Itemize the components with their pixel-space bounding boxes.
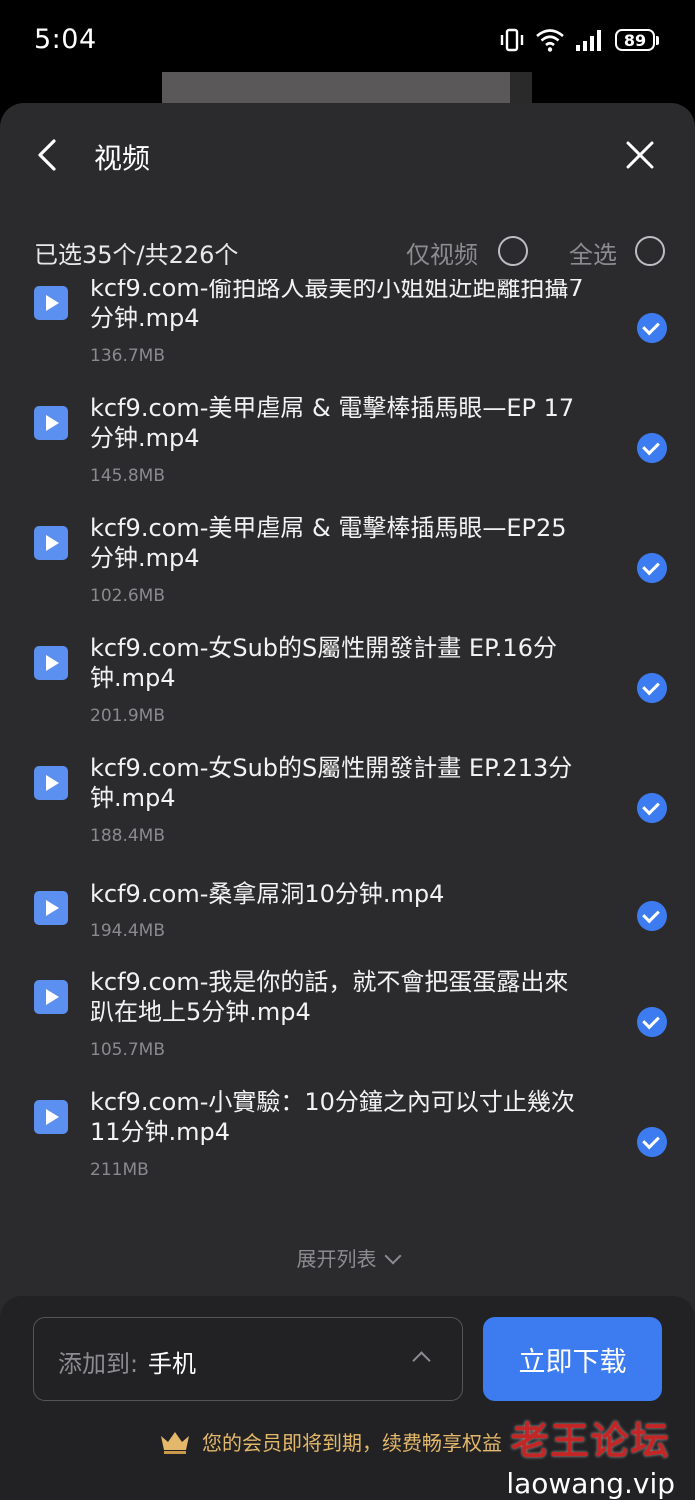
video-file-icon — [34, 406, 68, 440]
checked-icon[interactable] — [637, 553, 667, 583]
download-sheet: 视频 已选35个/共226个 仅视频 全选 kcf9.com-偷拍路人最美的小姐… — [0, 103, 695, 1500]
video-file-icon — [34, 980, 68, 1014]
download-now-button[interactable]: 立即下载 — [483, 1317, 662, 1401]
video-only-label[interactable]: 仅视频 — [406, 235, 478, 270]
checked-icon[interactable] — [637, 313, 667, 343]
back-button[interactable] — [28, 133, 72, 177]
file-size: 136.7MB — [90, 346, 165, 366]
file-name: kcf9.com-美甲虐屌 & 電擊棒插馬眼—EP25分钟.mp4 — [90, 514, 567, 572]
close-icon — [626, 141, 654, 169]
selection-bar: 已选35个/共226个 仅视频 全选 — [0, 223, 695, 279]
vip-renewal-notice[interactable]: 您的会员即将到期，续费畅享权益 — [158, 1427, 502, 1456]
select-all-label[interactable]: 全选 — [569, 235, 617, 270]
video-file-icon — [34, 891, 68, 925]
vip-notice-text: 您的会员即将到期，续费畅享权益 — [202, 1431, 502, 1455]
file-list[interactable]: kcf9.com-偷拍路人最美的小姐姐近距離拍攝7分钟.mp4 136.7MB … — [0, 279, 695, 1223]
page-title: 视频 — [94, 142, 151, 175]
file-name: kcf9.com-女Sub的S屬性開發計畫 EP.16分钟.mp4 — [90, 634, 557, 692]
checked-icon[interactable] — [637, 793, 667, 823]
destination-label: 添加到: — [58, 1350, 139, 1378]
destination-select[interactable]: 添加到: 手机 — [33, 1317, 463, 1401]
file-size: 194.4MB — [90, 921, 165, 941]
status-time: 5:04 — [34, 24, 97, 55]
battery-level: 89 — [615, 29, 655, 51]
file-size: 105.7MB — [90, 1040, 165, 1060]
checked-icon[interactable] — [637, 433, 667, 463]
watermark-url: laowang.vip — [506, 1467, 675, 1500]
status-icons: 89 — [499, 22, 659, 58]
destination-value: 手机 — [148, 1350, 196, 1378]
battery-icon: 89 — [615, 29, 659, 51]
chevron-down-icon — [384, 1247, 401, 1265]
file-name: kcf9.com-美甲虐屌 & 電擊棒插馬眼—EP 17分钟.mp4 — [90, 394, 575, 452]
checked-icon[interactable] — [637, 673, 667, 703]
video-file-icon — [34, 526, 68, 560]
status-bar: 5:04 89 — [0, 0, 695, 80]
file-size: 211MB — [90, 1160, 149, 1180]
signal-icon — [576, 30, 601, 51]
file-name: kcf9.com-小實驗：10分鐘之內可以寸止幾次11分钟.mp4 — [90, 1088, 575, 1146]
video-file-icon — [34, 646, 68, 680]
chevron-up-icon — [412, 1351, 431, 1370]
checked-icon[interactable] — [637, 1007, 667, 1037]
vibrate-icon — [500, 28, 524, 52]
selection-count: 已选35个/共226个 — [34, 241, 239, 269]
crown-icon — [161, 1431, 189, 1454]
file-size: 201.9MB — [90, 706, 165, 726]
checked-icon[interactable] — [637, 1127, 667, 1157]
wifi-icon — [536, 29, 564, 52]
file-name: kcf9.com-女Sub的S屬性開發計畫 EP.213分钟.mp4 — [90, 754, 573, 812]
sheet-header: 视频 — [0, 103, 695, 207]
video-file-icon — [34, 286, 68, 320]
watermark: 老王论坛 laowang.vip — [506, 1410, 675, 1500]
video-only-radio[interactable] — [498, 236, 528, 266]
file-name: kcf9.com-偷拍路人最美的小姐姐近距離拍攝7分钟.mp4 — [90, 279, 584, 332]
close-button[interactable] — [616, 131, 664, 179]
chevron-left-icon — [38, 139, 56, 171]
file-size: 145.8MB — [90, 466, 165, 486]
video-file-icon — [34, 766, 68, 800]
expand-list-label: 展开列表 — [296, 1247, 377, 1271]
video-file-icon — [34, 1100, 68, 1134]
file-name: kcf9.com-我是你的話，就不會把蛋蛋露出來趴在地上5分钟.mp4 — [90, 968, 569, 1026]
file-size: 102.6MB — [90, 586, 165, 606]
watermark-title: 老王论坛 — [510, 1419, 671, 1463]
select-all-radio[interactable] — [635, 236, 665, 266]
checked-icon[interactable] — [637, 901, 667, 931]
file-size: 188.4MB — [90, 826, 165, 846]
expand-list-button[interactable]: 展开列表 — [0, 1243, 695, 1272]
file-name: kcf9.com-桑拿屌洞10分钟.mp4 — [90, 880, 445, 908]
